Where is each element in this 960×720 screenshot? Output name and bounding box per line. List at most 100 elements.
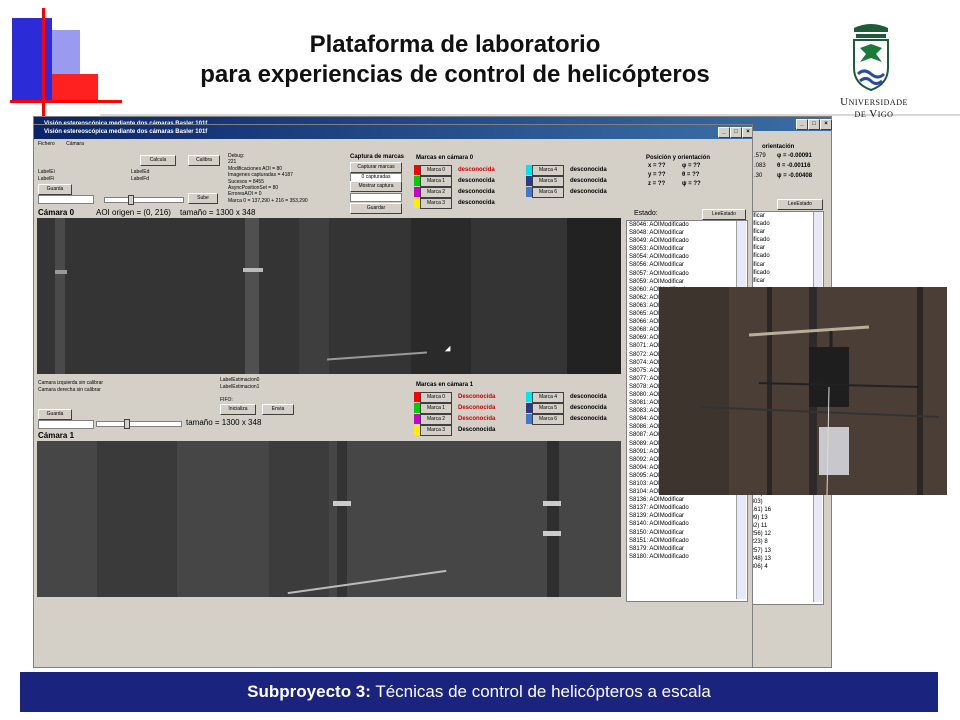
cam0-marker-blob — [243, 268, 263, 272]
slide-title-line1: Plataforma de laboratorio — [309, 31, 601, 58]
cam0-slider[interactable] — [104, 197, 184, 203]
marker-button[interactable]: Marca 6 — [532, 187, 564, 198]
estado-label: Estado: — [634, 210, 658, 217]
marker-button[interactable]: Marca 0 — [420, 392, 452, 403]
cam0-aoi: AOI origen = (0, 216) — [96, 208, 171, 217]
leeestado-button[interactable]: LeeEstado — [702, 209, 746, 220]
camera0-image[interactable] — [37, 218, 621, 374]
back-list-item: dificado — [749, 237, 770, 244]
back-list-item: ,303) — [749, 498, 763, 505]
cam0-text-field[interactable] — [38, 195, 94, 204]
cam0-panel — [411, 218, 471, 374]
cam1-marker-blob — [543, 531, 561, 536]
cam0-slider-thumb[interactable] — [128, 195, 134, 205]
app-window: Visión estereoscópica mediante dos cámar… — [33, 124, 753, 668]
pose-position: x = ?? y = ?? z = ?? — [648, 162, 666, 189]
back-list-item: dificar — [749, 261, 766, 268]
decor-vertical-line — [42, 8, 45, 124]
marker0-row-3: Marca 3 desconocida — [414, 198, 514, 209]
helicopter-photo — [659, 287, 947, 495]
marker1-row-0: Marca 0 Desconocida — [414, 392, 514, 403]
capturar-marcas-button[interactable]: Capturar marcas — [350, 162, 402, 173]
cam0-panel — [567, 218, 621, 374]
cam1-slider[interactable] — [96, 421, 182, 427]
marker-button[interactable]: Marca 4 — [532, 165, 564, 176]
fifo-label: FIFO: — [220, 397, 233, 403]
marker-status: desconocida — [458, 200, 495, 206]
menu-camara[interactable]: Cámara — [66, 141, 84, 147]
list-item: S8057: AOIModificado — [629, 270, 689, 277]
menu-fichero[interactable]: Fichero — [38, 141, 55, 147]
camera1-image[interactable] — [37, 441, 621, 597]
maximize-button[interactable]: □ — [730, 127, 742, 138]
cam0-marker-blob — [55, 270, 67, 274]
cam1-slider-thumb[interactable] — [124, 419, 130, 429]
marker-button[interactable]: Marca 2 — [420, 187, 452, 198]
marker-button[interactable]: Marca 4 — [532, 392, 564, 403]
cam1-status-right: Camara derecha sin calibrar — [38, 387, 101, 393]
cam0-caption: Cámara 0 — [38, 208, 75, 217]
envia-button[interactable]: Envia — [262, 404, 294, 415]
back-pose-psi: ψ = -0.00408 — [777, 173, 813, 179]
marker-button[interactable]: Marca 5 — [532, 403, 564, 414]
guarda-button-cam0[interactable]: Guarda — [38, 184, 72, 195]
marker-status: desconocida — [458, 167, 495, 173]
footer-text: Técnicas de control de helicópteros a es… — [370, 682, 711, 701]
cam0-pole — [299, 218, 329, 374]
capture-name-field[interactable] — [350, 193, 402, 202]
marker-button[interactable]: Marca 2 — [420, 414, 452, 425]
back-list-item: ,306) 4 — [749, 563, 768, 570]
back-list-item: dificado — [749, 269, 770, 276]
close-button[interactable]: × — [742, 127, 752, 138]
marker-button[interactable]: Marca 1 — [420, 403, 452, 414]
marker-status: desconocida — [570, 167, 607, 173]
back-close-button[interactable]: × — [820, 119, 832, 130]
marker-status: Desconocida — [458, 405, 496, 411]
marker0-row-0: Marca 0 desconocida — [414, 165, 514, 176]
back-list-item: ,62) 11 — [749, 523, 768, 530]
marker0-row-1: Marca 1 desconocida — [414, 176, 514, 187]
marker-button[interactable]: Marca 3 — [420, 425, 452, 436]
slide-title-line2: para experiencias de control de helicópt… — [200, 61, 710, 88]
cam1-text-field[interactable] — [38, 420, 94, 429]
list-item: S8137: AOIModificado — [629, 505, 689, 512]
marker-button[interactable]: Marca 6 — [532, 414, 564, 425]
guarda-button-cam1[interactable]: Guarda — [38, 409, 72, 420]
cam1-marker-blob — [333, 501, 351, 506]
list-item: S8180: AOIModificado — [629, 553, 689, 560]
calibra-button[interactable]: Calibra — [188, 155, 220, 166]
marker-status: desconocida — [570, 416, 607, 422]
pose-theta: θ = ?? — [682, 172, 700, 178]
marker-status: desconocida — [570, 405, 607, 411]
marker-button[interactable]: Marca 1 — [420, 176, 452, 187]
marker-button[interactable]: Marca 3 — [420, 198, 452, 209]
marker-button[interactable]: Marca 5 — [532, 176, 564, 187]
cam0-size: tamaño = 1300 x 348 — [180, 208, 256, 217]
calcula-button[interactable]: Calcula — [140, 155, 176, 166]
list-item: S8054: AOIModificado — [629, 254, 689, 261]
list-item: S8053: AOIModificar — [629, 246, 685, 253]
decor-lightblue-block — [52, 30, 80, 74]
estimacion1-label: LabelEstimacion1 — [220, 384, 260, 390]
guardar-button[interactable]: Guardar — [350, 203, 402, 214]
cam1-panel — [97, 441, 177, 597]
debug-line: Marca 0 = 137,290 + 216 = 353,290 — [228, 197, 308, 204]
back-minimize-button[interactable]: _ — [796, 119, 808, 130]
back-list-item: ,256) 12 — [749, 531, 772, 538]
app-titlebar: Visión estereoscópica mediante dos cámar… — [34, 125, 752, 139]
sube-button[interactable]: Sube — [188, 193, 218, 204]
cam1-pole — [337, 441, 347, 597]
inicializa-button[interactable]: Inicializa — [220, 404, 256, 415]
pose-y: y = ?? — [648, 172, 666, 178]
back-leeestado-button[interactable]: LeeEstado — [777, 199, 823, 210]
back-maximize-button[interactable]: □ — [808, 119, 820, 130]
minimize-button[interactable]: _ — [718, 127, 730, 138]
university-name-line1: Universidade — [840, 96, 908, 108]
marker-button[interactable]: Marca 0 — [420, 165, 452, 176]
debug-panel: Debug: 221 Modificaciones AOI = 80 Image… — [228, 153, 308, 204]
marker-status: Desconocida — [458, 416, 496, 422]
app-title: Visión estereoscópica mediante dos cámar… — [44, 129, 208, 135]
back-pose-phi: φ = -0.00091 — [777, 153, 812, 159]
mostrar-captura-button[interactable]: Mostrar captura — [350, 181, 402, 192]
cam1-status-left: Camara izquierda sin calibrar — [38, 380, 104, 386]
